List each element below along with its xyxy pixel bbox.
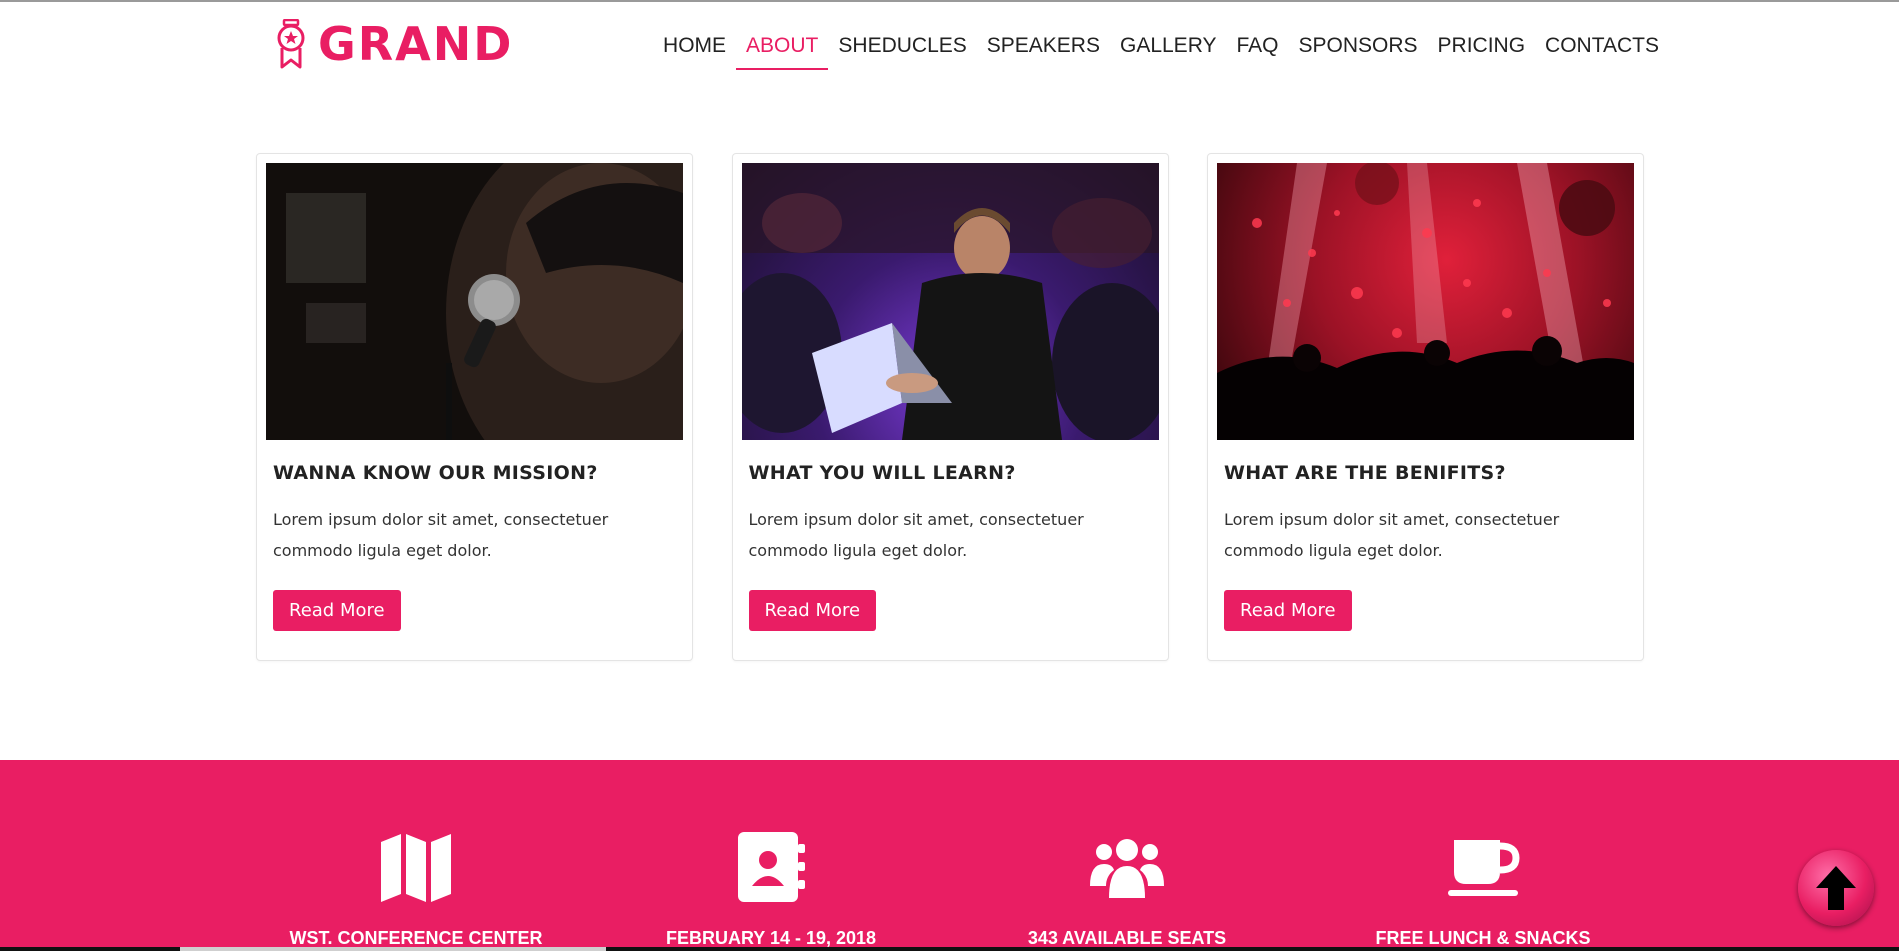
logo[interactable]: GRAND	[276, 18, 513, 70]
feature-lunch: FREE LUNCH & SNACKS	[1373, 830, 1593, 949]
photo-illustration	[1217, 163, 1634, 440]
nav-about[interactable]: ABOUT	[736, 28, 829, 70]
coffee-cup-icon	[1448, 840, 1520, 896]
feature-seats: 343 AVAILABLE SEATS	[1020, 830, 1234, 949]
card-title: WHAT ARE THE BENIFITS?	[1224, 462, 1506, 484]
card-text: Lorem ipsum dolor sit amet, consectetuer…	[1224, 510, 1560, 560]
nav-gallery[interactable]: GALLERY	[1110, 28, 1227, 70]
main-nav: HOME ABOUT SHEDUCLES SPEAKERS GALLERY FA…	[653, 28, 1669, 70]
map-icon	[381, 834, 451, 902]
read-more-button[interactable]: Read More	[748, 590, 877, 631]
arrow-up-icon	[1816, 866, 1856, 910]
bottom-edge-highlight	[180, 947, 606, 951]
photo-illustration	[741, 163, 1159, 440]
contact-book-icon	[738, 832, 805, 902]
feature-label: 343 AVAILABLE SEATS	[1027, 928, 1227, 948]
logo-text: GRAND	[318, 17, 514, 71]
nav-schedules[interactable]: SHEDUCLES	[828, 28, 976, 70]
feature-label: FREE LUNCH & SNACKS	[1375, 928, 1591, 948]
card-benefits: WHAT ARE THE BENIFITS? Lorem ipsum dolor…	[1207, 153, 1644, 661]
read-more-button[interactable]: Read More	[273, 590, 401, 631]
feature-label: FEBRUARY 14 - 19, 2018	[665, 928, 877, 948]
site-header: GRAND HOME ABOUT SHEDUCLES SPEAKERS GALL…	[0, 2, 1899, 88]
man-with-laptop-photo	[741, 163, 1159, 440]
bottom-edge	[0, 947, 1899, 951]
badge-icon	[277, 19, 305, 69]
event-info-band: WST. CONFERENCE CENTER FEBRUARY 14 - 19,…	[0, 760, 1899, 951]
feature-venue: WST. CONFERENCE CENTER	[289, 830, 543, 949]
nav-pricing[interactable]: PRICING	[1428, 28, 1536, 70]
photo-illustration	[286, 163, 683, 440]
card-title: WHAT YOU WILL LEARN?	[748, 462, 1016, 484]
about-cards: WANNA KNOW OUR MISSION? Lorem ipsum dolo…	[256, 153, 1644, 661]
party-confetti-photo	[1217, 163, 1634, 440]
nav-home[interactable]: HOME	[653, 28, 736, 70]
card-text: Lorem ipsum dolor sit amet, consectetuer…	[273, 510, 609, 560]
card-title: WANNA KNOW OUR MISSION?	[273, 462, 598, 484]
nav-faq[interactable]: FAQ	[1226, 28, 1288, 70]
scroll-to-top-button[interactable]	[1798, 850, 1874, 926]
nav-contacts[interactable]: CONTACTS	[1535, 28, 1669, 70]
card-text: Lorem ipsum dolor sit amet, consectetuer…	[748, 510, 1084, 560]
group-icon	[1090, 839, 1164, 898]
speaker-with-microphone-photo	[266, 163, 683, 440]
card-learn: WHAT YOU WILL LEARN? Lorem ipsum dolor s…	[731, 153, 1169, 661]
card-mission: WANNA KNOW OUR MISSION? Lorem ipsum dolo…	[256, 153, 693, 661]
read-more-button[interactable]: Read More	[1224, 590, 1352, 631]
nav-sponsors[interactable]: SPONSORS	[1289, 28, 1428, 70]
nav-speakers[interactable]: SPEAKERS	[977, 28, 1110, 70]
feature-date: FEBRUARY 14 - 19, 2018	[660, 830, 882, 949]
feature-label: WST. CONFERENCE CENTER	[289, 928, 543, 948]
